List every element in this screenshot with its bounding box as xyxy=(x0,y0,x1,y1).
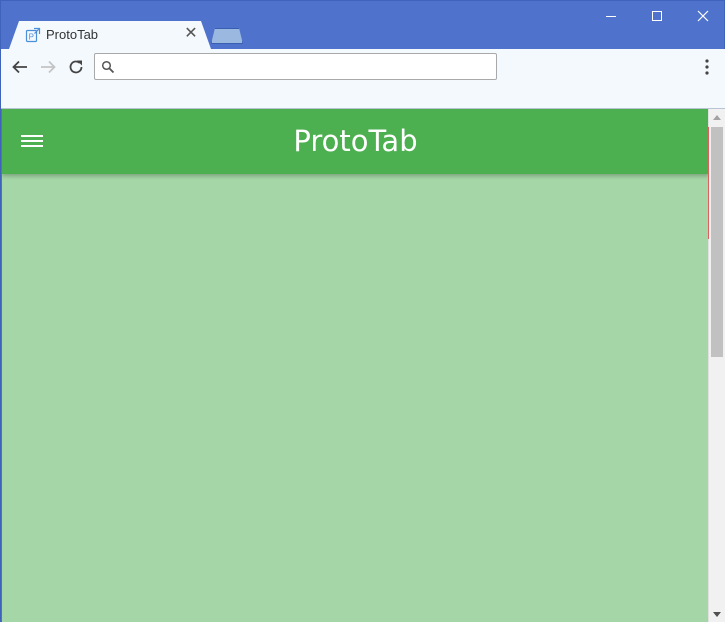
minimize-icon xyxy=(606,16,616,17)
browser-menu-button[interactable] xyxy=(695,55,719,79)
reload-icon xyxy=(69,60,83,74)
kebab-menu-icon xyxy=(705,59,709,75)
minimize-button[interactable] xyxy=(588,1,634,31)
browser-window: P ProtoTab ✕ ProtoTab xyxy=(0,0,725,622)
browser-toolbar xyxy=(1,49,725,109)
new-tab-button[interactable] xyxy=(211,28,243,44)
tab-title: ProtoTab xyxy=(46,27,99,42)
search-icon xyxy=(101,60,115,74)
close-icon xyxy=(697,10,709,22)
close-window-button[interactable] xyxy=(680,1,725,31)
maximize-button[interactable] xyxy=(634,1,680,31)
scroll-up-arrow-icon[interactable] xyxy=(709,109,725,125)
prototab-favicon-icon: P xyxy=(25,27,41,43)
scroll-down-arrow-icon[interactable] xyxy=(709,606,725,622)
reload-button[interactable] xyxy=(64,55,88,79)
page-scrollbar[interactable] xyxy=(708,109,725,622)
scroll-thumb[interactable] xyxy=(711,127,723,357)
forward-button[interactable] xyxy=(36,55,60,79)
address-input[interactable] xyxy=(119,57,493,78)
maximize-icon xyxy=(652,11,662,21)
arrow-left-icon xyxy=(12,60,27,74)
svg-text:P: P xyxy=(29,33,34,42)
arrow-right-icon xyxy=(41,60,56,74)
app-title: ProtoTab xyxy=(293,124,418,158)
address-bar[interactable] xyxy=(94,53,497,80)
tab-strip: P ProtoTab ✕ xyxy=(1,1,725,49)
page-viewport: ProtoTab xyxy=(2,109,709,622)
back-button[interactable] xyxy=(8,55,32,79)
app-bar: ProtoTab xyxy=(2,109,709,174)
scroll-marker xyxy=(708,127,709,239)
tab-close-icon[interactable]: ✕ xyxy=(183,26,199,42)
